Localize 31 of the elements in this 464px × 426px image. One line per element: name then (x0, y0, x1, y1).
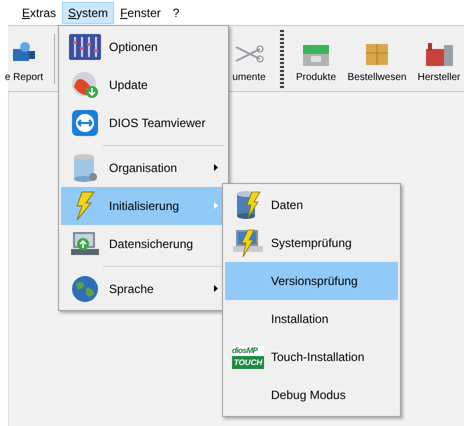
toolbar-button[interactable]: Produkte (294, 30, 338, 88)
toolbar-button[interactable]: Hersteller (414, 30, 464, 88)
arrows-icon (71, 109, 99, 137)
menu-item[interactable]: Installation (225, 300, 398, 338)
menu-item[interactable]: Organisation (61, 149, 226, 187)
menu-item[interactable]: Daten (225, 186, 398, 224)
menu-item[interactable]: System (62, 2, 114, 24)
toolbar-grip[interactable] (280, 30, 284, 88)
disc-icon (71, 71, 99, 99)
laptop-lightning-icon (232, 228, 264, 258)
menu-item[interactable]: Systemprüfung (225, 224, 398, 262)
menu-item[interactable]: Sprache (61, 270, 226, 308)
database-lightning-icon (234, 190, 262, 220)
sliders-icon (69, 33, 101, 61)
toolbar-button[interactable]: Bestellwesen (346, 30, 408, 88)
menu-item[interactable]: Extras (16, 2, 62, 24)
menu-item[interactable]: Fenster (114, 2, 167, 24)
menu-item[interactable]: Debug Modus (225, 376, 398, 414)
menu-item[interactable]: diosMP TOUCH Touch-Installation (225, 338, 398, 376)
menu-item[interactable]: ? (166, 2, 186, 24)
logo: diosMP TOUCH (232, 346, 264, 368)
toolbar-button[interactable]: e Report (0, 30, 48, 88)
lightning-icon (74, 191, 96, 221)
computer-icon (70, 230, 100, 258)
menu-item[interactable]: Versionsprüfung (225, 262, 398, 300)
menu-item[interactable]: DIOS Teamviewer (61, 104, 226, 142)
package-icon (364, 41, 390, 67)
factory-icon (424, 41, 454, 67)
database-icon (71, 153, 99, 183)
menu-item[interactable]: Datensicherung (61, 225, 226, 263)
globe-icon (71, 275, 99, 303)
